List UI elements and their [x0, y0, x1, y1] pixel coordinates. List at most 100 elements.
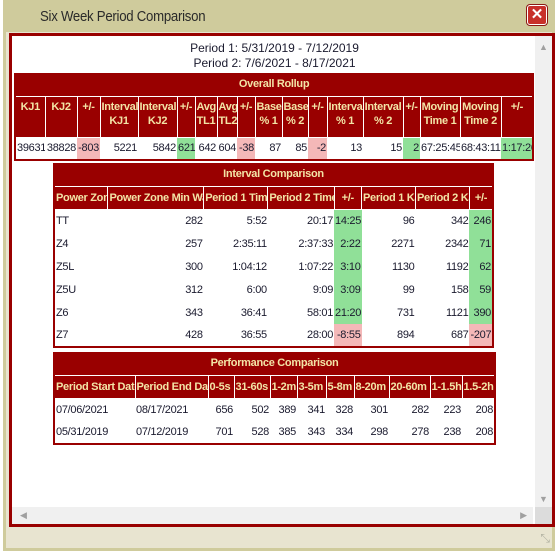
table-cell: 1:04:12: [232, 260, 267, 273]
table-cell: 5:52: [246, 214, 268, 227]
column-header: Interval KJ2: [137, 95, 178, 138]
column-header: Period 2 Time: [267, 185, 335, 210]
column-header: Period 1 Time: [203, 185, 269, 210]
column-header: +/-: [402, 95, 421, 138]
content-frame: Period 1: 5/31/2019 - 7/12/2019 Period 2…: [9, 33, 555, 527]
scroll-left-icon[interactable]: ◀: [20, 510, 27, 521]
table-cell: 3:09: [334, 278, 362, 301]
column-header: Avg TL1: [194, 95, 218, 138]
column-header: 3-5m: [296, 374, 327, 399]
table-cell: 701: [215, 426, 234, 438]
table-cell: 85: [295, 142, 307, 155]
scroll-right-icon[interactable]: ▶: [520, 510, 527, 521]
table-cell: Z6: [56, 306, 69, 319]
column-header: 1.5-2h: [461, 374, 496, 399]
table-cell: -2: [308, 137, 327, 160]
column-header: Power Zone Min Watts: [107, 185, 205, 210]
table-cell: 298: [370, 426, 389, 438]
table-cell: 731: [397, 306, 415, 319]
table-cell: 87: [269, 142, 281, 155]
table-cell: 894: [397, 329, 415, 341]
table-cell: 223: [443, 403, 462, 416]
column-header: Period 1 KJ: [361, 185, 416, 210]
period-1-label: Period 1: 5/31/2019 - 7/12/2019: [190, 41, 359, 55]
table-row: 39631 38828 -803 5221 5842 621 642 604 -38 87 85 -2…: [15, 137, 534, 160]
horizontal-scrollbar[interactable]: ◀ ▶: [12, 507, 533, 524]
table-cell: 428: [185, 329, 203, 341]
table-cell: 08/17/2021: [136, 403, 189, 416]
table-cell: 14:25: [334, 209, 362, 232]
table-cell: 2:37:33: [298, 237, 334, 250]
table-cell: 208: [475, 426, 494, 438]
table-cell: 6:00: [246, 283, 268, 296]
column-header: +/-: [176, 95, 196, 138]
table-cell: 257: [185, 237, 203, 250]
table-cell: 1130: [392, 260, 415, 273]
table-cell: 238: [443, 426, 462, 438]
table-cell: 301: [370, 403, 389, 416]
table-cell: 96: [402, 214, 415, 227]
title-bar[interactable]: Six Week Period Comparison ✕: [6, 0, 552, 32]
table-cell: 05/31/2019: [56, 426, 109, 438]
column-header: +/-: [333, 185, 363, 210]
table-cell: 15: [390, 142, 402, 155]
column-header: 0-5s: [207, 374, 235, 399]
column-header: 1-1.5h: [429, 374, 463, 399]
table-cell: 385: [278, 426, 297, 438]
table-cell: 246: [469, 209, 493, 232]
table-cell: 39631: [17, 142, 45, 155]
dialog-window: Six Week Period Comparison ✕ Period 1: 5…: [3, 0, 555, 551]
column-header: Period Start Date: [53, 374, 136, 399]
table-cell: 343: [307, 426, 326, 438]
table-cell: 1:17:26: [501, 137, 534, 160]
column-header: +/-: [500, 95, 534, 138]
close-icon[interactable]: ✕: [527, 5, 547, 25]
column-header: Power Zone: [53, 185, 109, 210]
table-cell: 07/12/2019: [136, 426, 189, 438]
table-cell: 58:01: [307, 306, 334, 319]
column-header: 8-20m: [353, 374, 390, 399]
table-cell: 36:55: [240, 329, 267, 341]
column-header: 20-60m: [388, 374, 431, 399]
table-title: Performance Comparison: [54, 352, 496, 376]
table-cell: 20:17: [307, 214, 334, 227]
table-row: Z7 428 36:55 28:00 -8:55 894 687 -207: [54, 324, 493, 347]
column-header: Interval % 1: [326, 95, 364, 138]
resize-grip-icon[interactable]: ⤡: [540, 531, 550, 546]
table-cell: TT: [56, 214, 69, 227]
table-cell: 208: [475, 403, 494, 416]
column-header: Interval KJ1: [99, 95, 139, 138]
table-cell: 1121: [445, 306, 469, 319]
table-cell: 67:25:45: [421, 142, 460, 155]
table-cell: -207: [469, 324, 493, 347]
table-cell: 59: [469, 278, 493, 301]
column-header: KJ2: [44, 95, 78, 138]
table-row: 07/06/2021 08/17/2021 656 502 389 341 328 301 28…: [54, 398, 495, 421]
scroll-up-icon[interactable]: ▲: [539, 42, 548, 52]
table-cell: 282: [185, 214, 203, 227]
table-cell: 1:07:22: [298, 260, 334, 273]
column-header: +/-: [76, 95, 101, 138]
table-row: Z4 257 2:35:11 2:37:33 2:22 2271 2342 71: [54, 232, 493, 255]
table-cell: 621: [177, 137, 195, 160]
table-cell: 656: [215, 403, 234, 416]
table-cell: 21:20: [334, 301, 362, 324]
performance-comparison-table: Performance Comparison Period Start Date P…: [53, 352, 497, 445]
window-title: Six Week Period Comparison: [40, 8, 206, 25]
vertical-scrollbar[interactable]: ▲ ▼: [535, 36, 552, 508]
table-cell: 2: [403, 137, 420, 160]
scroll-down-icon[interactable]: ▼: [539, 494, 548, 504]
column-header: Period End Date: [134, 374, 209, 399]
column-header: Interval % 2: [362, 95, 404, 138]
table-cell: 343: [185, 306, 203, 319]
table-cell: 342: [451, 214, 469, 227]
table-cell: 07/06/2021: [56, 403, 109, 416]
table-cell: 2342: [445, 237, 469, 250]
table-title: Overall Rollup: [15, 73, 534, 97]
table-cell: Z5L: [56, 260, 75, 273]
table-cell: 3:10: [334, 255, 362, 278]
table-cell: 341: [307, 403, 326, 416]
table-row: Z5L 300 1:04:12 1:07:22 3:10 1130 1192 62: [54, 255, 493, 278]
table-cell: 390: [469, 301, 493, 324]
table-cell: Z4: [56, 237, 69, 250]
